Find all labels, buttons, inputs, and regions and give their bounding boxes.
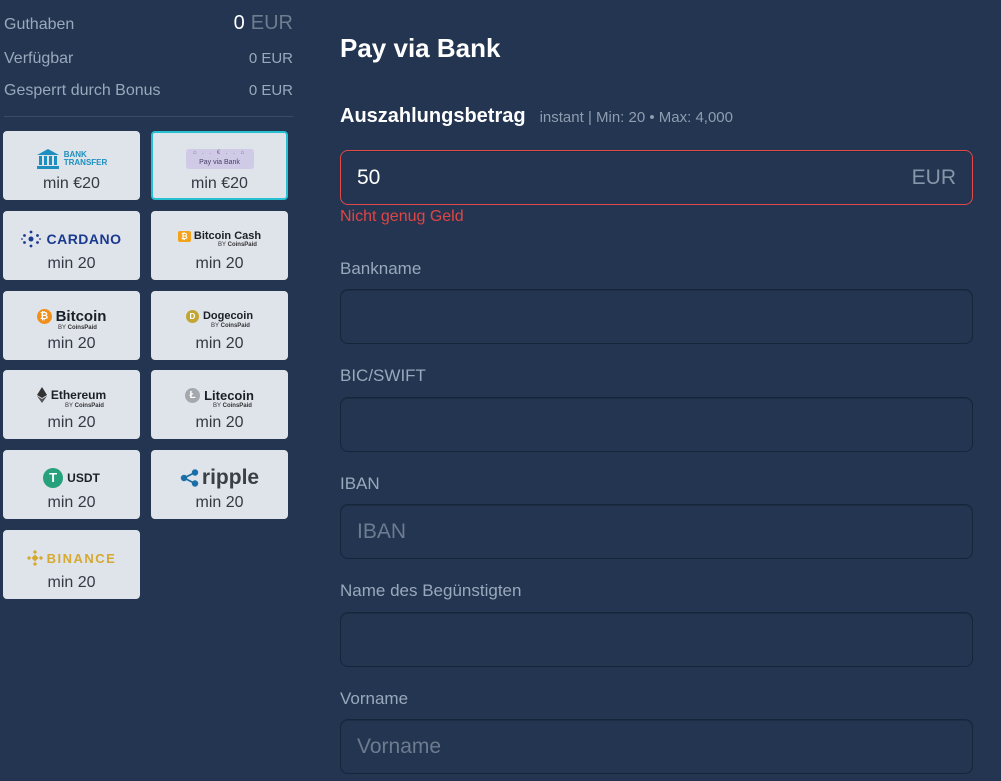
method-tile-usdt[interactable]: T USDT min 20 <box>3 450 140 519</box>
dogecoin-logo-text: Dogecoin <box>202 310 254 322</box>
amount-input[interactable]: 50 EUR <box>340 150 973 205</box>
firstname-placeholder: Vorname <box>357 735 442 758</box>
bonus-locked-value: 0 EUR <box>248 82 293 99</box>
method-tile-bitcoin-cash[interactable]: ₿ Bitcoin Cash BY CoinsPaid min 20 <box>151 211 288 280</box>
usdt-logo-text: USDT <box>67 471 100 485</box>
amount-input-value: 50 <box>357 166 381 189</box>
cardano-logo: CARDANO <box>5 221 138 257</box>
beneficiary-label: Name des Begünstigten <box>340 581 522 600</box>
method-min-cardano: min 20 <box>47 255 96 272</box>
amount-limits: instant | Min: 20 • Max: 4,000 <box>539 109 733 126</box>
method-tile-ethereum[interactable]: Ethereum BY CoinsPaid min 20 <box>3 370 140 439</box>
bitcoin-cash-logo: ₿ Bitcoin Cash BY CoinsPaid <box>153 221 286 257</box>
binance-logo: BINANCE <box>5 540 138 576</box>
binance-logo-text: BINANCE <box>46 550 117 566</box>
available-label: Verfügbar <box>4 50 74 67</box>
bonus-locked-label: Gesperrt durch Bonus <box>4 82 161 99</box>
bank-transfer-line-2: TRANSFER <box>63 158 108 167</box>
pay-via-bank-logo-text: Pay via Bank <box>199 159 240 166</box>
amount-error-message: Nicht genug Geld <box>340 208 464 225</box>
bitcoin-cash-byline: BY CoinsPaid <box>218 242 257 248</box>
bankname-input[interactable] <box>340 289 973 344</box>
method-min-ripple: min 20 <box>195 494 244 511</box>
method-min-ethereum: min 20 <box>47 414 96 431</box>
method-min-bitcoin: min 20 <box>47 335 96 352</box>
bankname-label: Bankname <box>340 259 422 278</box>
bitcoin-logo: ₿ Bitcoin BY CoinsPaid <box>5 301 138 337</box>
method-min-litecoin: min 20 <box>195 414 244 431</box>
iban-input[interactable]: IBAN <box>340 504 973 559</box>
bitcoin-logo-text: Bitcoin <box>55 307 107 325</box>
bank-icon <box>36 149 59 169</box>
balance-row: Guthaben 0 EUR <box>4 12 293 35</box>
litecoin-logo-text: Litecoin <box>204 387 254 403</box>
method-min-bank-transfer: min €20 <box>43 175 100 192</box>
method-min-usdt: min 20 <box>47 494 96 511</box>
cardano-logo-text: CARDANO <box>46 231 122 247</box>
firstname-label: Vorname <box>340 689 409 708</box>
method-min-bitcoin-cash: min 20 <box>195 255 244 272</box>
ripple-icon <box>180 469 199 487</box>
method-tile-bank-transfer[interactable]: BANK TRANSFER min €20 <box>3 131 140 200</box>
method-tile-litecoin[interactable]: Ł Litecoin BY CoinsPaid min 20 <box>151 370 288 439</box>
binance-icon <box>26 550 43 566</box>
method-tile-ripple[interactable]: ripple min 20 <box>151 450 288 519</box>
bitcoin-icon: ₿ <box>36 308 52 324</box>
method-tile-binance[interactable]: BINANCE min 20 <box>3 530 140 599</box>
ripple-logo-text: ripple <box>201 466 260 489</box>
available-value: 0 EUR <box>248 50 293 67</box>
ethereum-logo-text: Ethereum <box>50 388 107 402</box>
pay-via-bank-logo: ⌂ . . € . . ⌂ Pay via Bank <box>153 141 286 177</box>
bitcoin-cash-logo-text: Bitcoin Cash <box>193 230 262 242</box>
iban-placeholder: IBAN <box>357 520 407 543</box>
method-tile-bitcoin[interactable]: ₿ Bitcoin BY CoinsPaid min 20 <box>3 291 140 360</box>
litecoin-icon: Ł <box>185 387 201 403</box>
bic-input[interactable] <box>340 397 973 452</box>
bitcoin-cash-icon: ₿ <box>177 230 191 242</box>
ethereum-logo: Ethereum BY CoinsPaid <box>5 380 138 416</box>
method-tile-pay-via-bank[interactable]: ⌂ . . € . . ⌂ Pay via Bank min €20 <box>151 131 288 200</box>
beneficiary-input[interactable] <box>340 612 973 667</box>
divider <box>4 116 293 117</box>
bonus-locked-row: Gesperrt durch Bonus 0 EUR <box>4 82 293 100</box>
bic-label: BIC/SWIFT <box>340 366 426 385</box>
method-tile-dogecoin[interactable]: D Dogecoin BY CoinsPaid min 20 <box>151 291 288 360</box>
amount-currency: EUR <box>911 166 956 189</box>
bank-transfer-logo: BANK TRANSFER <box>5 141 138 177</box>
litecoin-logo: Ł Litecoin BY CoinsPaid <box>153 380 286 416</box>
firstname-input[interactable]: Vorname <box>340 719 973 774</box>
balance-currency: EUR <box>250 12 293 34</box>
amount-heading-row: Auszahlungsbetrag instant | Min: 20 • Ma… <box>340 105 733 128</box>
balance-value: 0 <box>233 12 245 34</box>
dogecoin-logo: D Dogecoin BY CoinsPaid <box>153 301 286 337</box>
method-min-pay-via-bank: min €20 <box>191 175 248 192</box>
amount-heading: Auszahlungsbetrag <box>340 105 526 127</box>
payment-sidebar: Guthaben 0 EUR Verfügbar 0 EUR Gesperrt d… <box>0 0 300 781</box>
ethereum-icon <box>36 387 47 403</box>
method-min-binance: min 20 <box>47 574 96 591</box>
ripple-logo: ripple <box>153 460 286 496</box>
cardano-icon <box>21 230 42 248</box>
usdt-logo: T USDT <box>5 460 138 496</box>
iban-label: IBAN <box>340 474 380 493</box>
balance-label: Guthaben <box>4 16 75 33</box>
bitcoin-byline: BY CoinsPaid <box>58 324 97 331</box>
pay-via-bank-icons: ⌂ . . € . . ⌂ <box>192 150 247 156</box>
dogecoin-byline: BY CoinsPaid <box>211 322 250 329</box>
dogecoin-icon: D <box>185 309 199 323</box>
tether-icon: T <box>43 468 64 488</box>
available-row: Verfügbar 0 EUR <box>4 50 293 68</box>
method-min-dogecoin: min 20 <box>195 335 244 352</box>
page-title: Pay via Bank <box>340 33 501 63</box>
litecoin-byline: BY CoinsPaid <box>213 402 252 409</box>
method-tile-cardano[interactable]: CARDANO min 20 <box>3 211 140 280</box>
ethereum-byline: BY CoinsPaid <box>65 403 104 409</box>
